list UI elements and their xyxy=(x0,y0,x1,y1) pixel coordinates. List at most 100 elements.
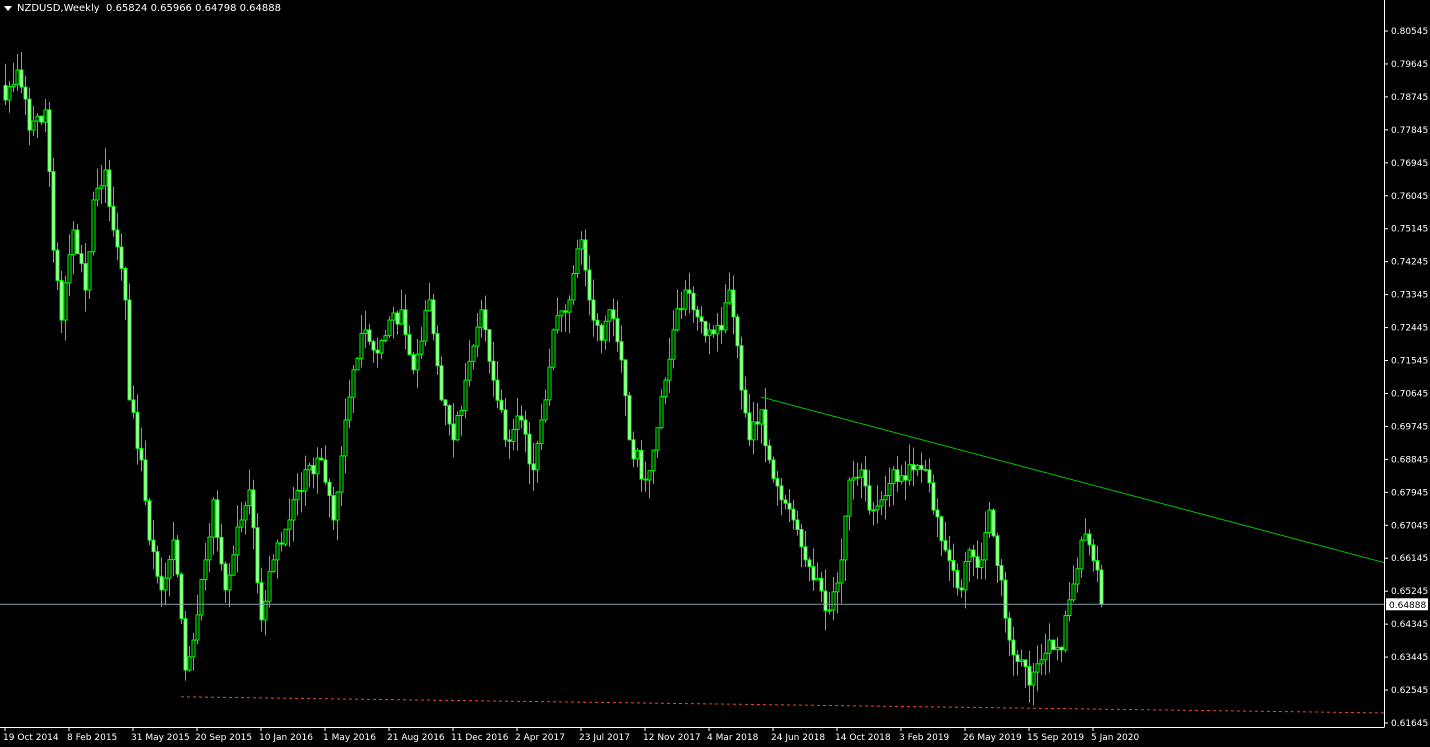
candle xyxy=(395,310,400,335)
candle xyxy=(779,478,784,516)
bull-candle-body xyxy=(555,315,560,331)
candle xyxy=(675,289,680,332)
candle xyxy=(991,508,996,538)
candle xyxy=(11,62,16,93)
bull-candle-body xyxy=(659,396,664,429)
bull-candle-body xyxy=(535,442,540,471)
bear-candle-body xyxy=(587,269,592,301)
bull-candle-body xyxy=(203,559,208,581)
candle xyxy=(303,455,308,506)
bull-candle-body xyxy=(303,469,308,492)
candle xyxy=(123,266,128,320)
bull-candle-body xyxy=(7,86,12,101)
candle xyxy=(319,448,324,461)
candle xyxy=(995,532,1000,583)
bull-candle-body xyxy=(635,449,640,460)
candle xyxy=(55,242,60,291)
bear-candle-body xyxy=(703,320,708,337)
bear-candle-body xyxy=(75,229,80,255)
candle xyxy=(323,445,328,485)
bear-candle-body xyxy=(27,98,32,131)
bear-candle-body xyxy=(1023,659,1028,668)
dropdown-triangle-icon[interactable] xyxy=(4,5,12,11)
bear-candle-body xyxy=(631,439,636,460)
candle xyxy=(3,63,8,105)
candle xyxy=(295,473,300,516)
candle xyxy=(575,239,580,279)
candle xyxy=(547,348,552,406)
symbol-timeframe: NZDUSD,Weekly xyxy=(17,3,100,14)
candle xyxy=(7,81,12,113)
chart-title[interactable]: NZDUSD,Weekly 0.65824 0.65966 0.64798 0.… xyxy=(4,3,281,14)
bull-candle-body xyxy=(427,299,432,312)
bull-candle-body xyxy=(647,470,652,481)
candle xyxy=(291,486,296,542)
bear-candle-body xyxy=(119,246,124,269)
candle xyxy=(527,421,532,485)
bull-candle-body xyxy=(275,542,280,561)
bear-candle-body xyxy=(679,308,684,311)
candle xyxy=(951,543,956,588)
candle xyxy=(131,385,136,419)
time-tick-label: 3 Feb 2019 xyxy=(899,733,950,743)
bear-candle-body xyxy=(755,421,760,425)
bull-candle-body xyxy=(187,656,192,671)
bull-candle-body xyxy=(351,369,356,398)
candle xyxy=(435,325,440,376)
candle xyxy=(783,494,788,510)
candle xyxy=(803,530,808,568)
bear-candle-body xyxy=(431,299,436,335)
bull-candle-body xyxy=(827,609,832,612)
candle xyxy=(699,306,704,334)
price-tick-label: 0.76945 xyxy=(1391,159,1428,169)
candle xyxy=(439,356,444,402)
price-chart[interactable]: 0.80545 0.79645 0.78745 0.77845 0.76945 0.760… xyxy=(0,0,1430,747)
candle xyxy=(983,511,988,580)
candle xyxy=(1071,565,1076,603)
bull-candle-body xyxy=(1063,615,1068,651)
bull-candle-body xyxy=(859,469,864,478)
candle xyxy=(899,464,904,485)
bull-candle-body xyxy=(423,310,428,342)
candle xyxy=(771,456,776,483)
bull-candle-body xyxy=(683,289,688,310)
bear-candle-body xyxy=(791,508,796,521)
candle xyxy=(95,168,100,207)
candle xyxy=(855,462,860,486)
candle xyxy=(159,557,164,607)
bear-candle-body xyxy=(159,575,164,591)
bull-candle-body xyxy=(1075,568,1080,585)
time-axis[interactable]: 19 Oct 2014 8 Feb 2015 31 May 2015 20 Sep 2… xyxy=(0,727,1385,743)
candle xyxy=(403,294,408,350)
candle xyxy=(383,329,388,343)
bear-candle-body xyxy=(595,319,600,326)
bull-candle-body xyxy=(707,329,712,337)
bull-candle-body xyxy=(471,345,476,362)
candle xyxy=(399,289,404,326)
bull-candle-body xyxy=(883,494,888,501)
candle xyxy=(595,313,600,342)
candle xyxy=(727,272,732,306)
bear-candle-body xyxy=(127,299,132,401)
candle xyxy=(911,447,916,487)
candle xyxy=(1043,633,1048,675)
bull-candle-body xyxy=(1067,599,1072,617)
candle xyxy=(827,592,832,615)
candle xyxy=(819,571,824,602)
candle xyxy=(715,312,720,352)
candle xyxy=(823,569,828,631)
bear-candle-body xyxy=(435,333,440,367)
bull-candle-body xyxy=(887,483,892,496)
candle xyxy=(1063,610,1068,653)
bear-candle-body xyxy=(151,539,156,553)
bear-candle-body xyxy=(911,464,916,471)
bear-candle-body xyxy=(1051,639,1056,651)
bull-candle-body xyxy=(239,519,244,528)
candle xyxy=(775,470,780,506)
price-tick-label: 0.63445 xyxy=(1391,653,1428,663)
candle xyxy=(919,452,924,483)
price-axis[interactable]: 0.80545 0.79645 0.78745 0.77845 0.76945 0.760… xyxy=(1384,0,1428,729)
candle xyxy=(1023,659,1028,688)
candle xyxy=(763,387,768,463)
candle xyxy=(163,562,168,606)
